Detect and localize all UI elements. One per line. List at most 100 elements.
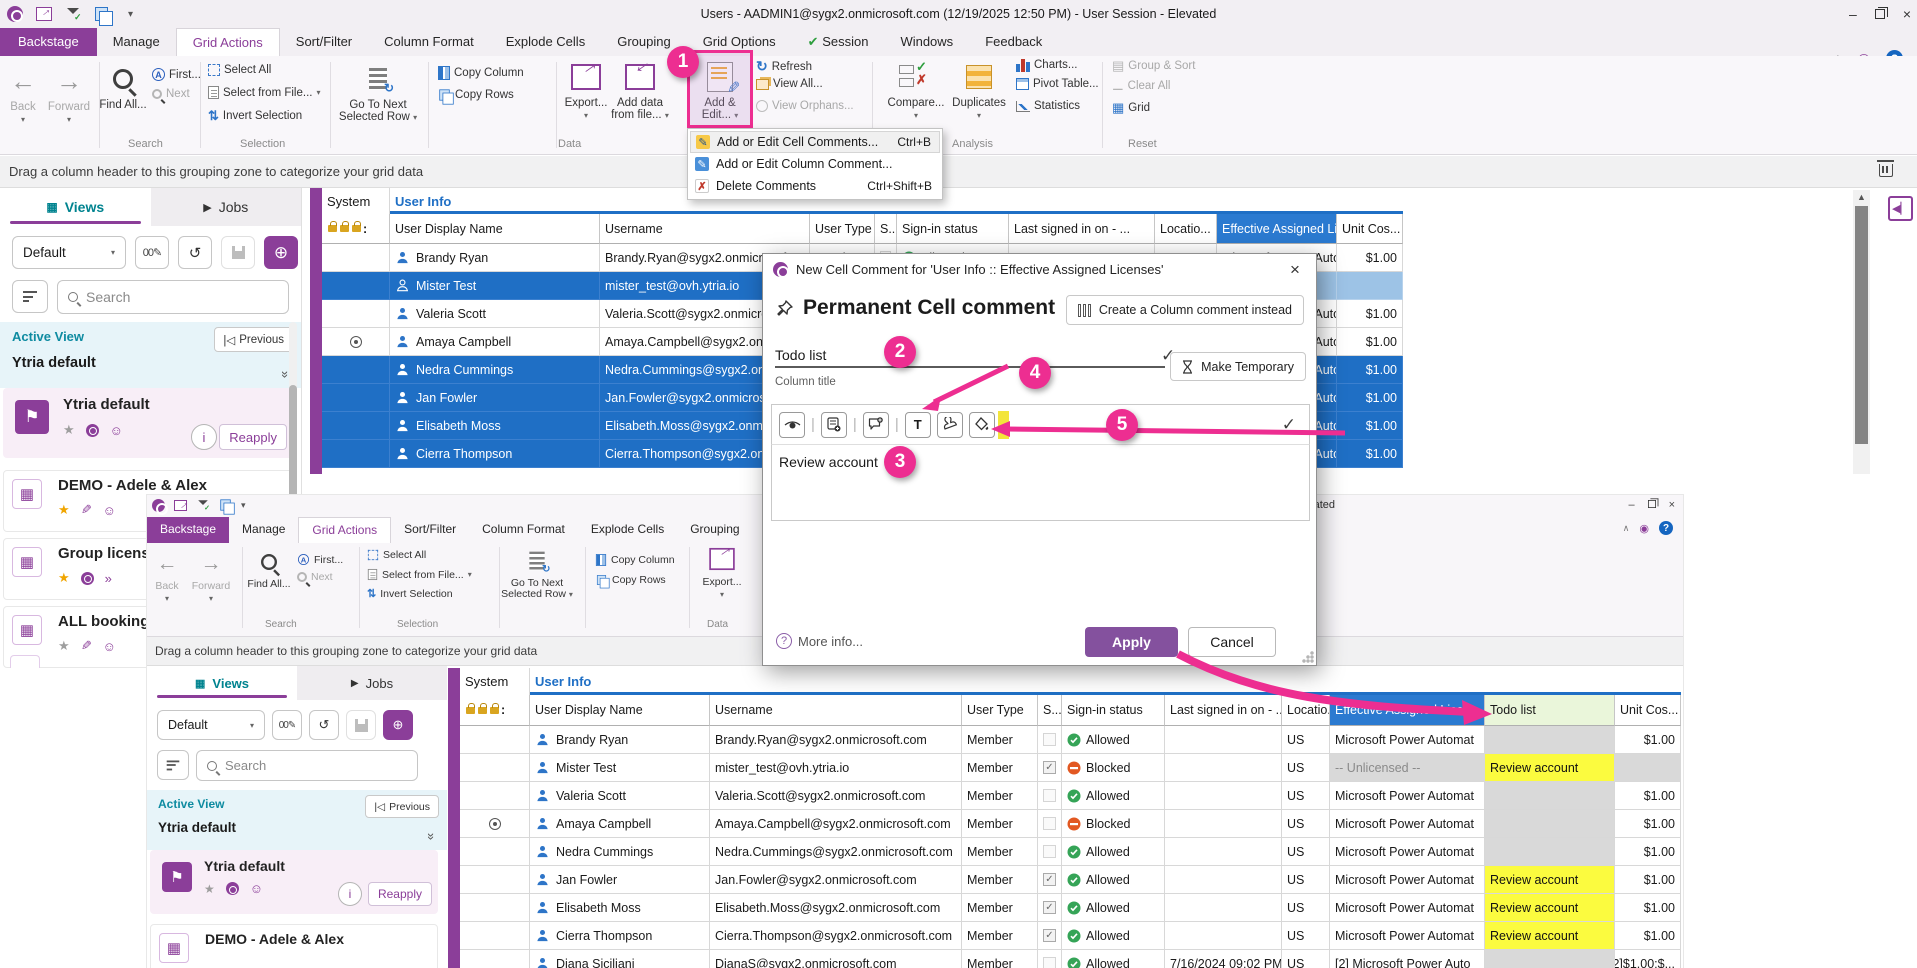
row-marker-cell[interactable] (460, 950, 530, 968)
cell-chk[interactable]: ✓ (1038, 754, 1062, 782)
cell-chk[interactable] (1038, 950, 1062, 968)
view-selector-dropdown[interactable]: Default▾ (157, 710, 265, 740)
cell-user[interactable]: Cierra.Thompson@sygx2.onmicrosoft.com (710, 922, 962, 950)
cell-chk[interactable]: ✓ (1038, 894, 1062, 922)
cell-name[interactable]: Mister Test (390, 272, 600, 300)
tab-session[interactable]: ✔ Session (792, 28, 885, 56)
cell-name[interactable]: Diana Siciliani (530, 950, 710, 968)
column-header-unit[interactable]: Unit Cos... (1337, 214, 1403, 244)
cell-status[interactable]: Allowed (1062, 950, 1165, 968)
cell-todo[interactable] (1485, 726, 1615, 754)
cell-user[interactable]: mister_test@ovh.ytria.io (710, 754, 962, 782)
cell-unit[interactable]: $1.00 (1615, 726, 1681, 754)
column-header-last[interactable]: Last signed in on - ... (1009, 214, 1155, 244)
info-button[interactable]: i (191, 424, 217, 450)
cell-user[interactable]: Brandy.Ryan@sygx2.onmicrosoft.com (710, 726, 962, 754)
row-marker-cell[interactable] (322, 244, 390, 272)
cell-loc[interactable]: US (1282, 754, 1330, 782)
cell-name[interactable]: Amaya Campbell (530, 810, 710, 838)
column-header-user[interactable]: Username (710, 695, 962, 726)
cell-chk[interactable] (1038, 782, 1062, 810)
view-all-button[interactable]: View All... (756, 78, 823, 90)
column-header-status[interactable]: Sign-in status (1062, 695, 1165, 726)
checkbox-icon[interactable] (1043, 733, 1056, 746)
cell-type[interactable]: Member (962, 782, 1038, 810)
grid-reset-button[interactable]: ▦Grid (1112, 100, 1150, 116)
star-icon[interactable]: ★ (58, 502, 70, 518)
grid-row[interactable]: Brandy RyanBrandy.Ryan@sygx2.onmicrosoft… (460, 726, 1681, 754)
cell-last[interactable] (1165, 894, 1282, 922)
column-header-name[interactable]: User Display Name (390, 214, 600, 244)
restore-icon[interactable] (1875, 9, 1885, 19)
cell-user[interactable]: Nedra.Cummings@sygx2.onmicrosoft.com (710, 838, 962, 866)
cell-user[interactable]: DianaS@sygx2.onmicrosoft.com (710, 950, 962, 968)
refresh-button[interactable]: ↻Refresh (756, 58, 812, 75)
grid-row[interactable]: Elisabeth MossElisabeth.Moss@sygx2.onmic… (460, 894, 1681, 922)
cell-type[interactable]: Member (962, 894, 1038, 922)
row-marker-cell[interactable] (322, 440, 390, 468)
cell-name[interactable]: Valeria Scott (390, 300, 600, 328)
previous-view-button[interactable]: |◁Previous (365, 795, 439, 818)
cell-chk[interactable]: ✓ (1038, 922, 1062, 950)
save-view-button[interactable] (221, 236, 255, 269)
duplicates-button[interactable]: Duplicates▾ (948, 60, 1010, 122)
checkbox-checked-icon[interactable]: ✓ (1043, 929, 1056, 942)
cell-chk[interactable] (1038, 838, 1062, 866)
cell-unit[interactable]: $1.00 (1337, 384, 1403, 412)
cell-user[interactable]: Valeria.Scott@sygx2.onmicrosoft.com (710, 782, 962, 810)
view-orphans-button[interactable]: View Orphans... (756, 100, 854, 112)
row-marker-cell[interactable] (322, 328, 390, 356)
edit-columns-button[interactable]: 00✎ (272, 710, 302, 740)
cell-loc[interactable]: US (1282, 838, 1330, 866)
first-button[interactable]: AFirst... (297, 553, 343, 566)
grid-row[interactable]: Mister Testmister_test@ovh.ytria.ioMembe… (460, 754, 1681, 782)
row-marker-cell[interactable] (460, 810, 530, 838)
find-all-button[interactable]: Find All... (97, 62, 149, 111)
cell-type[interactable]: Member (962, 922, 1038, 950)
back-button[interactable]: ←Back▾ (147, 551, 187, 605)
checkbox-icon[interactable] (1043, 845, 1056, 858)
grouping-zone[interactable]: Drag a column header to this grouping zo… (0, 156, 1917, 188)
close-icon[interactable]: × (1903, 6, 1911, 22)
stamp-icon[interactable] (937, 412, 963, 438)
checkbox-checked-icon[interactable]: ✓ (1043, 901, 1056, 914)
view-selector-dropdown[interactable]: Default▾ (12, 236, 126, 269)
add-view-button[interactable]: ⊕ (264, 236, 298, 269)
grid-row[interactable]: Nedra CummingsNedra.Cummings@sygx2.onmic… (460, 838, 1681, 866)
cell-status[interactable]: Allowed (1062, 866, 1165, 894)
tab-explode-cells[interactable]: Explode Cells (490, 28, 602, 56)
star-icon[interactable]: ★ (58, 570, 70, 586)
select-from-file-button[interactable]: Select from File...▾ (208, 86, 320, 99)
cell-name[interactable]: Nedra Cummings (530, 838, 710, 866)
export-button[interactable]: Export...▾ (695, 545, 749, 601)
invert-selection-button[interactable]: ⇅Invert Selection (208, 108, 302, 124)
cell-user[interactable]: Jan.Fowler@sygx2.onmicrosoft.com (710, 866, 962, 894)
forward-button[interactable]: → Forward▾ (44, 64, 94, 126)
grid-scrollbar[interactable]: ▲ (1853, 190, 1870, 474)
tab-grid-actions[interactable]: Grid Actions (176, 28, 280, 56)
cell-unit[interactable] (1337, 272, 1403, 300)
column-header-todo[interactable]: Todo list (1485, 695, 1615, 726)
cell-name[interactable]: Jan Fowler (530, 866, 710, 894)
scroll-thumb[interactable] (1855, 206, 1868, 444)
column-header-loc[interactable]: Locatio... (1282, 695, 1330, 726)
cell-lic[interactable]: Microsoft Power Automat (1330, 894, 1485, 922)
tab-feedback[interactable]: Feedback (969, 28, 1058, 56)
next-button[interactable]: Next (297, 571, 333, 583)
column-header-unit[interactable]: Unit Cos... (1615, 695, 1681, 726)
dialog-title-bar[interactable]: New Cell Comment for 'User Info :: Effec… (763, 254, 1316, 284)
cell-name[interactable]: Jan Fowler (390, 384, 600, 412)
cell-lic[interactable]: [2] Microsoft Power Auto (1330, 950, 1485, 968)
row-marker-cell[interactable] (322, 412, 390, 440)
cell-todo[interactable] (1485, 838, 1615, 866)
sidebar-tab-jobs[interactable]: ▶ Jobs (151, 188, 302, 226)
undo-view-button[interactable]: ↺ (309, 710, 339, 740)
cell-unit[interactable]: $1.00 (1615, 782, 1681, 810)
cell-last[interactable] (1165, 782, 1282, 810)
select-all-button[interactable]: Select All (367, 549, 426, 561)
cell-name[interactable]: Cierra Thompson (390, 440, 600, 468)
cell-loc[interactable]: US (1282, 726, 1330, 754)
cell-chk[interactable] (1038, 810, 1062, 838)
star-icon[interactable]: ★ (204, 882, 215, 896)
cancel-button[interactable]: Cancel (1188, 627, 1276, 657)
